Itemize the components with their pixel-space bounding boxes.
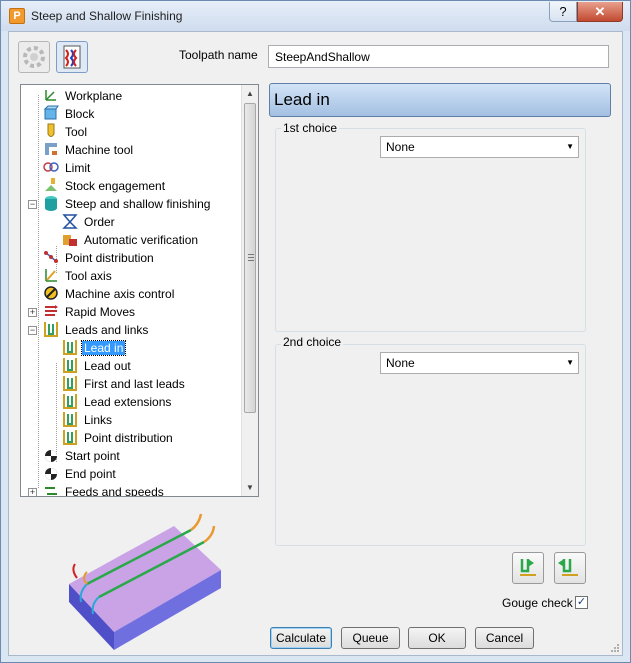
chevron-down-icon: ▼ — [566, 358, 574, 367]
end-point-icon — [45, 468, 57, 480]
title-bar: P Steep and Shallow Finishing ? ✕ — [1, 1, 630, 31]
second-choice-select[interactable]: None ▼ — [380, 352, 579, 374]
settings-mode-button[interactable] — [18, 41, 50, 73]
tree-item-leads-point-distribution[interactable]: Point distribution — [62, 429, 175, 447]
ok-button[interactable]: OK — [408, 627, 466, 649]
point-distribution-icon — [44, 251, 58, 263]
tree-item-machine-axis-control[interactable]: Machine axis control — [43, 285, 176, 303]
tree-item-workplane[interactable]: Workplane — [43, 87, 124, 105]
dialog-client: Toolpath name Workplane Block Tool Machi… — [8, 31, 623, 656]
toolpath-preview-image — [69, 513, 221, 650]
start-point-icon — [45, 450, 57, 462]
calculate-button[interactable]: Calculate — [270, 627, 332, 649]
block-icon — [43, 105, 59, 120]
tree-item-lead-out[interactable]: Lead out — [62, 357, 133, 375]
workplane-icon — [45, 90, 56, 101]
tool-axis-icon — [45, 269, 57, 282]
collapse-leads-links[interactable]: − — [28, 326, 37, 335]
resize-grip-icon[interactable] — [610, 643, 620, 653]
tree-scrollbar[interactable]: ▲ ▼ — [241, 85, 258, 496]
tree-item-steep-shallow[interactable]: Steep and shallow finishing — [43, 195, 212, 213]
verification-icon — [63, 235, 77, 246]
scroll-down-icon[interactable]: ▼ — [242, 479, 258, 496]
tree-item-start-point[interactable]: Start point — [43, 447, 122, 465]
tree-item-first-last-leads[interactable]: First and last leads — [62, 375, 187, 393]
dialog-window: P Steep and Shallow Finishing ? ✕ Toolpa… — [0, 0, 631, 663]
second-choice-label: 2nd choice — [281, 335, 344, 349]
tree-item-rapid-moves[interactable]: Rapid Moves — [43, 303, 137, 321]
tree-item-lead-extensions[interactable]: Lead extensions — [62, 393, 173, 411]
first-choice-label: 1st choice — [281, 121, 340, 135]
feeds-speeds-icon — [45, 487, 57, 495]
tree-item-point-distribution[interactable]: Point distribution — [43, 249, 156, 267]
strategy-mode-button[interactable] — [56, 41, 88, 73]
tool-icon — [47, 123, 55, 137]
tree-item-links[interactable]: Links — [62, 411, 114, 429]
gear-icon — [23, 46, 45, 68]
lead-copy-icon — [558, 559, 578, 576]
cancel-button[interactable]: Cancel — [475, 627, 534, 649]
scroll-thumb[interactable] — [244, 103, 256, 413]
toolpath-name-input[interactable] — [268, 45, 609, 68]
links-icon — [63, 412, 77, 427]
app-icon: P — [9, 8, 25, 24]
limit-icon — [43, 162, 59, 172]
tree-item-end-point[interactable]: End point — [43, 465, 118, 483]
help-button[interactable]: ? — [549, 2, 577, 22]
queue-button[interactable]: Queue — [341, 627, 400, 649]
tree-item-limit[interactable]: Limit — [43, 159, 92, 177]
collapse-steep-shallow[interactable]: − — [28, 200, 37, 209]
tree-item-tool[interactable]: Tool — [43, 123, 89, 141]
expand-feeds-speeds[interactable]: + — [28, 488, 37, 496]
strategy-tree: Workplane Block Tool Machine tool Limit … — [20, 84, 259, 497]
second-choice-value: None — [386, 356, 415, 370]
lead-in-icon — [63, 340, 77, 355]
tree-item-tool-axis[interactable]: Tool axis — [43, 267, 114, 285]
first-choice-group — [275, 128, 586, 332]
section-header: Lead in — [269, 83, 611, 117]
stock-engagement-icon — [45, 178, 57, 191]
expand-rapid-moves[interactable]: + — [28, 308, 37, 317]
machine-tool-icon — [45, 143, 57, 155]
tree-item-machine-tool[interactable]: Machine tool — [43, 141, 135, 159]
lead-out-icon — [63, 358, 77, 373]
copy-to-lead-out-button[interactable] — [554, 552, 586, 584]
tree-line — [38, 95, 39, 488]
tree-item-stock-engagement[interactable]: Stock engagement — [43, 177, 167, 195]
toolpath-name-label: Toolpath name — [179, 48, 258, 62]
tree-item-order[interactable]: Order — [62, 213, 117, 231]
gouge-check-label: Gouge check — [502, 596, 573, 610]
tree-item-lead-in[interactable]: Lead in — [62, 339, 127, 357]
scroll-up-icon[interactable]: ▲ — [242, 85, 258, 102]
close-button[interactable]: ✕ — [577, 2, 623, 22]
first-choice-select[interactable]: None ▼ — [380, 136, 579, 158]
strategy-icon — [63, 45, 81, 69]
copy-from-lead-out-button[interactable] — [512, 552, 544, 584]
gouge-check-checkbox[interactable]: ✓ — [575, 596, 588, 609]
window-title: Steep and Shallow Finishing — [31, 9, 183, 23]
order-icon — [62, 214, 78, 229]
point-distribution-icon — [63, 430, 77, 445]
tree-item-automatic-verification[interactable]: Automatic verification — [62, 231, 200, 249]
lead-extensions-icon — [63, 394, 77, 409]
first-choice-value: None — [386, 140, 415, 154]
machine-axis-icon — [44, 286, 58, 300]
tree-item-block[interactable]: Block — [43, 105, 96, 123]
leads-links-icon — [44, 322, 58, 337]
tree-item-feeds-speeds[interactable]: Feeds and speeds — [43, 483, 166, 496]
lead-copy-icon — [520, 559, 536, 576]
first-last-leads-icon — [63, 376, 77, 391]
steep-shallow-icon — [45, 196, 57, 211]
rapid-moves-icon — [45, 305, 58, 316]
tree-item-leads-links[interactable]: Leads and links — [43, 321, 150, 339]
chevron-down-icon: ▼ — [566, 142, 574, 151]
second-choice-group — [275, 344, 586, 546]
